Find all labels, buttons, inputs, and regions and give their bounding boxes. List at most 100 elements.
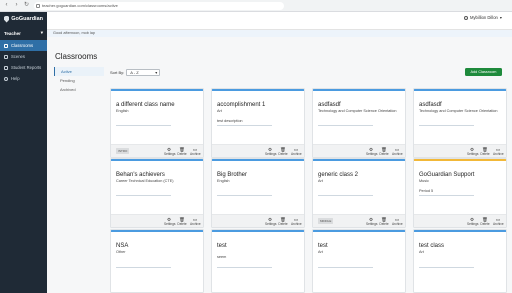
role-selector[interactable]: Teacher ▾ xyxy=(0,26,47,40)
archive-button[interactable]: ▭ Archive xyxy=(190,217,201,226)
card-actions: ⚙ Settings 🗑 Delete ▭ Archive xyxy=(265,147,302,156)
sidebar-item-student-reports[interactable]: Student Reports xyxy=(0,62,47,73)
sidebar-item-classrooms[interactable]: Classrooms xyxy=(0,40,47,51)
classroom-card[interactable]: asdfasdf Technology and Computer Science … xyxy=(413,88,507,158)
delete-button[interactable]: 🗑 Delete xyxy=(379,147,389,156)
card-description: seem xyxy=(217,255,227,259)
classroom-card[interactable]: GoGuardian Support Music Period 5 ⚙ Settings… xyxy=(413,158,507,228)
delete-label: Delete xyxy=(480,152,490,156)
classroom-card[interactable]: NSA Other xyxy=(110,229,204,293)
sidebar-item-label: Student Reports xyxy=(11,65,42,70)
scenes-icon xyxy=(4,54,8,59)
card-description: Period 5 xyxy=(419,188,434,193)
settings-button[interactable]: ⚙ Settings xyxy=(265,217,277,226)
add-classroom-button[interactable]: Add Classroom xyxy=(465,68,502,76)
card-divider xyxy=(116,195,171,196)
brand[interactable]: GoGuardian xyxy=(0,12,47,26)
user-icon xyxy=(463,15,468,20)
classroom-card[interactable]: generic class 2 Art MIDDLE ⚙ Settings 🗑 Delete… xyxy=(312,158,406,228)
classroom-card[interactable]: Big Brother English ⚙ Settings 🗑 Delete ▭ Archi… xyxy=(211,158,305,228)
settings-button[interactable]: ⚙ Settings xyxy=(366,217,378,226)
archive-button[interactable]: ▭ Archive xyxy=(493,147,504,156)
card-divider xyxy=(217,125,272,126)
classroom-card[interactable]: accomplishment 1 Art test description ⚙ Sett… xyxy=(211,88,305,158)
filter-archived[interactable]: Archived xyxy=(54,85,104,94)
card-description xyxy=(313,255,405,260)
delete-button[interactable]: 🗑 Delete xyxy=(480,147,490,156)
reload-icon[interactable]: ↻ xyxy=(23,2,30,9)
delete-button[interactable]: 🗑 Delete xyxy=(379,217,389,226)
help-icon xyxy=(4,76,8,81)
card-subject: Technology and Computer Science Orientat… xyxy=(419,109,498,113)
settings-button[interactable]: ⚙ Settings xyxy=(366,147,378,156)
card-description xyxy=(313,184,405,189)
card-description xyxy=(111,255,203,260)
browser-toolbar: ‹ › ↻ teacher.goguardian.com/classrooms/… xyxy=(0,0,512,12)
settings-label: Settings xyxy=(467,222,479,226)
delete-label: Delete xyxy=(379,152,389,156)
top-bar: Mybillion Dillon ▾ xyxy=(47,12,512,30)
card-footer: ⚙ Settings 🗑 Delete ▭ Archive xyxy=(212,144,304,157)
user-name: Mybillion Dillon xyxy=(469,15,498,20)
chevron-down-icon: ▾ xyxy=(155,70,158,75)
delete-button[interactable]: 🗑 Delete xyxy=(177,217,187,226)
delete-button[interactable]: 🗑 Delete xyxy=(480,217,490,226)
sort-label: Sort By: xyxy=(110,70,125,75)
card-footer: ⚙ Settings 🗑 Delete ▭ Archive xyxy=(414,214,506,227)
card-title: Big Brother xyxy=(217,172,248,178)
status-filter: Active Pending Archived xyxy=(54,67,104,94)
classroom-card[interactable]: test seem xyxy=(211,229,305,293)
archive-button[interactable]: ▭ Archive xyxy=(392,147,403,156)
card-title: asdfasdf xyxy=(318,102,341,108)
archive-label: Archive xyxy=(392,222,403,226)
forward-icon[interactable]: › xyxy=(13,2,20,9)
settings-label: Settings xyxy=(164,222,176,226)
classroom-card[interactable]: a different class name English INTRO ⚙ Setti… xyxy=(110,88,204,158)
delete-button[interactable]: 🗑 Delete xyxy=(177,147,187,156)
delete-button[interactable]: 🗑 Delete xyxy=(278,147,288,156)
address-bar[interactable]: teacher.goguardian.com/classrooms/active xyxy=(34,1,284,10)
delete-label: Delete xyxy=(379,222,389,226)
classroom-card[interactable]: test class Art xyxy=(413,229,507,293)
archive-button[interactable]: ▭ Archive xyxy=(190,147,201,156)
archive-label: Archive xyxy=(190,152,201,156)
card-divider xyxy=(217,267,272,268)
card-footer: ⚙ Settings 🗑 Delete ▭ Archive xyxy=(111,214,203,227)
archive-button[interactable]: ▭ Archive xyxy=(493,217,504,226)
lock-icon xyxy=(36,3,40,8)
settings-button[interactable]: ⚙ Settings xyxy=(164,217,176,226)
archive-label: Archive xyxy=(291,222,302,226)
sidebar-item-help[interactable]: Help xyxy=(0,73,47,84)
classroom-card[interactable]: test Art xyxy=(312,229,406,293)
classroom-card[interactable]: asdfasdf Technology and Computer Science … xyxy=(312,88,406,158)
main-content: Classrooms Active Pending Archived Sort … xyxy=(47,37,512,293)
card-divider xyxy=(217,195,272,196)
card-title: GoGuardian Support xyxy=(419,172,475,178)
card-actions: ⚙ Settings 🗑 Delete ▭ Archive xyxy=(164,217,201,226)
shield-logo-icon xyxy=(4,15,10,23)
filter-active[interactable]: Active xyxy=(54,67,104,76)
settings-button[interactable]: ⚙ Settings xyxy=(164,147,176,156)
delete-button[interactable]: 🗑 Delete xyxy=(278,217,288,226)
card-divider xyxy=(419,267,474,268)
archive-button[interactable]: ▭ Archive xyxy=(392,217,403,226)
filter-pending[interactable]: Pending xyxy=(54,76,104,85)
settings-button[interactable]: ⚙ Settings xyxy=(265,147,277,156)
card-description: test description xyxy=(217,118,243,123)
classroom-card[interactable]: Behan's achievers Career Technical Educat… xyxy=(110,158,204,228)
sidebar-item-scenes[interactable]: Scenes xyxy=(0,51,47,62)
archive-button[interactable]: ▭ Archive xyxy=(291,217,302,226)
settings-button[interactable]: ⚙ Settings xyxy=(467,217,479,226)
back-icon[interactable]: ‹ xyxy=(3,2,10,9)
settings-label: Settings xyxy=(265,222,277,226)
card-title: accomplishment 1 xyxy=(217,102,266,108)
chevron-down-icon: ▾ xyxy=(40,30,43,35)
archive-button[interactable]: ▭ Archive xyxy=(291,147,302,156)
card-actions: ⚙ Settings 🗑 Delete ▭ Archive xyxy=(467,217,504,226)
user-menu[interactable]: Mybillion Dillon ▾ xyxy=(463,15,502,20)
sort-value: A - Z xyxy=(130,70,139,75)
settings-button[interactable]: ⚙ Settings xyxy=(467,147,479,156)
sort-select[interactable]: A - Z ▾ xyxy=(126,69,161,76)
card-divider xyxy=(116,267,171,268)
greeting-text: Good afternoon, mob lap xyxy=(53,31,96,35)
